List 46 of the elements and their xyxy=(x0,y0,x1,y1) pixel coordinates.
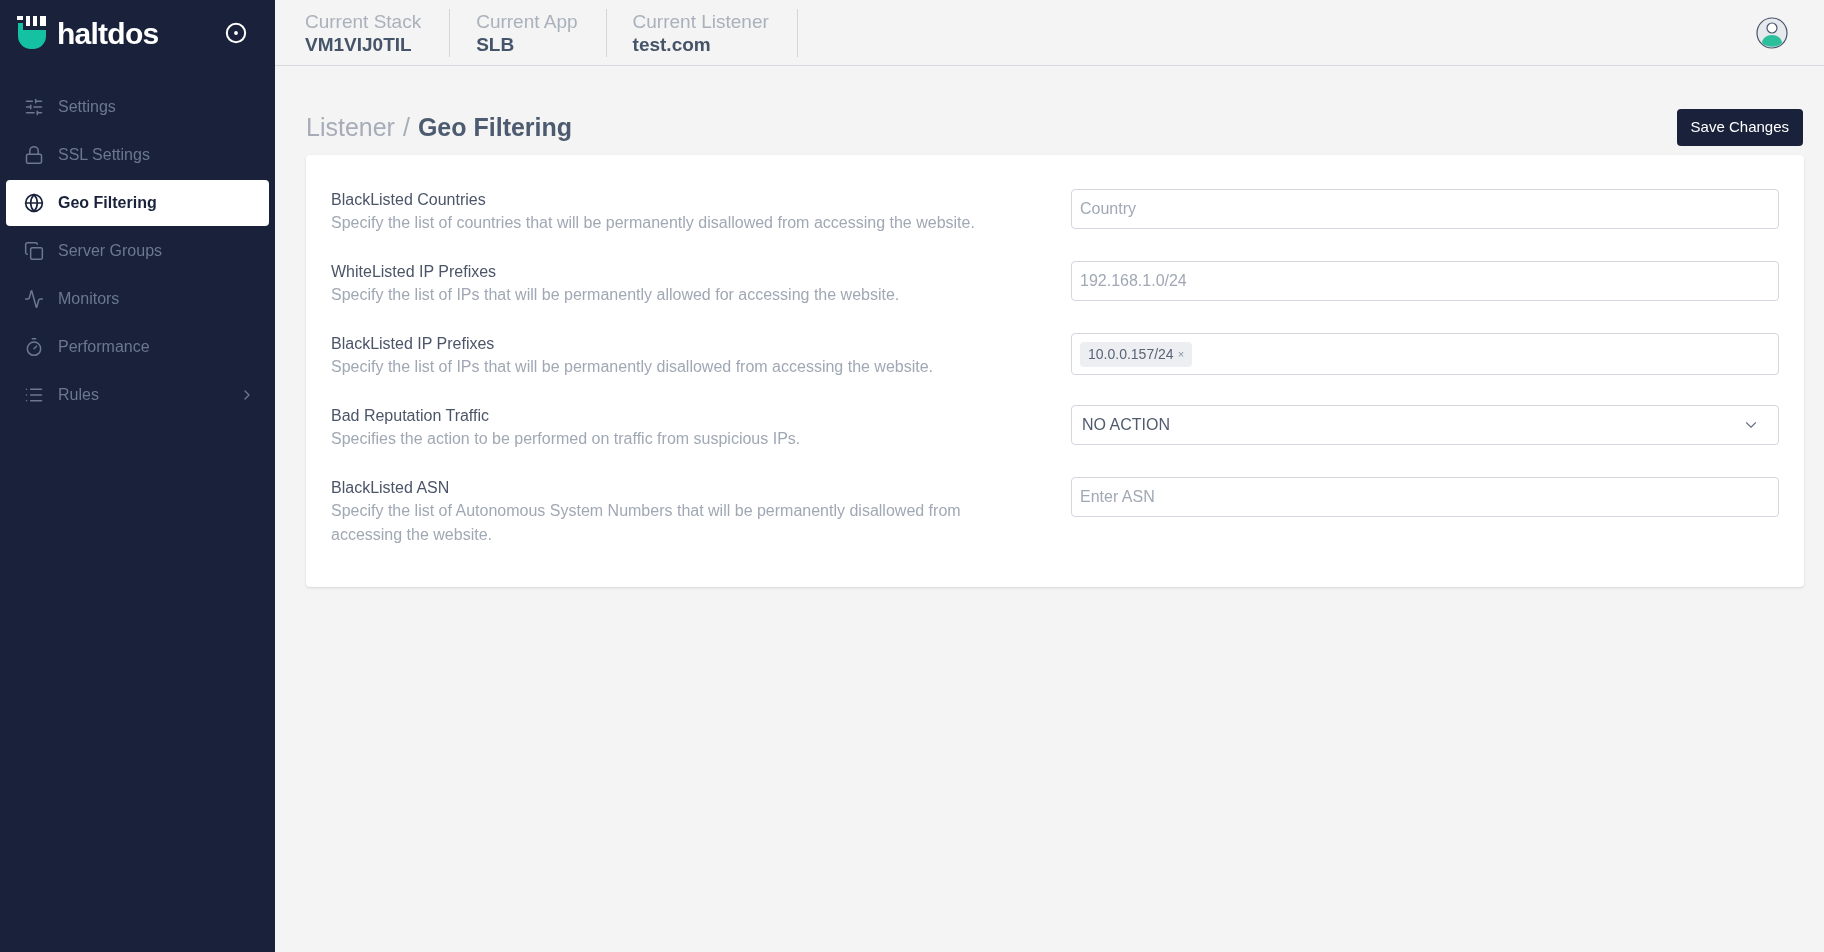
input-field[interactable]: 192.168.1.0/24 xyxy=(1071,261,1779,301)
target-icon[interactable] xyxy=(225,22,247,44)
field-label: BlackListed Countries xyxy=(331,190,487,210)
field-description: Specify the list of Autonomous System Numbers that will be permanently disallowed from accessing the website. xyxy=(331,501,962,545)
field-label: BlackListed IP Prefixes xyxy=(331,334,496,354)
tag-input-field[interactable]: 10.0.0.157/24 × xyxy=(1071,333,1779,375)
context-label: Current Stack xyxy=(305,9,422,33)
breadcrumb-link[interactable]: Listener xyxy=(306,113,395,141)
field-description: Specify the list of countries that will be permanently disallowed from accessing the website. xyxy=(331,213,976,233)
context-label: Current Listener xyxy=(632,9,769,33)
breadcrumb-separator: / xyxy=(402,113,410,141)
sidebar-item[interactable]: SSL Settings xyxy=(6,132,269,178)
list-icon xyxy=(24,385,44,405)
context-value: SLB xyxy=(476,32,516,56)
sliders-icon xyxy=(24,97,44,117)
select-value: NO ACTION xyxy=(1082,415,1170,435)
tag-label: 10.0.0.157/24 xyxy=(1088,344,1174,364)
sidebar-item[interactable]: Rules xyxy=(6,372,269,418)
brand-name: haltdos xyxy=(57,15,159,52)
field-description: Specify the list of IPs that will be permanently disallowed from accessing the website. xyxy=(331,357,935,377)
pulse-icon xyxy=(24,289,44,309)
input-field[interactable]: Country xyxy=(1071,189,1779,229)
context-value: test.com xyxy=(632,32,712,56)
remove-tag-button[interactable]: × xyxy=(1177,345,1185,363)
logo-icon xyxy=(17,16,49,50)
sidebar-item[interactable]: Server Groups xyxy=(6,228,269,274)
field-description: Specifies the action to be performed on traffic from suspicious IPs. xyxy=(331,429,802,449)
sidebar-item[interactable]: Monitors xyxy=(6,276,269,322)
context-label: Current App xyxy=(476,9,578,33)
field-label: BlackListed ASN xyxy=(331,478,451,498)
globe-icon xyxy=(24,193,44,213)
field-label: WhiteListed IP Prefixes xyxy=(331,262,498,282)
page-title: Geo Filtering xyxy=(417,113,573,141)
field-description: Specify the list of IPs that will be permanently allowed for accessing the website. xyxy=(331,285,901,305)
user-avatar-icon[interactable] xyxy=(1756,16,1788,49)
select-field[interactable]: NO ACTION xyxy=(1071,405,1779,445)
field-label: Bad Reputation Traffic xyxy=(331,406,491,426)
context-value: VM1VIJ0TIL xyxy=(305,32,413,56)
lock-icon xyxy=(24,145,44,165)
sidebar-item[interactable]: Performance xyxy=(6,324,269,370)
sidebar-item[interactable]: Settings xyxy=(6,84,269,130)
sidebar-item[interactable]: Geo Filtering xyxy=(6,180,269,226)
stopwatch-icon xyxy=(24,337,44,357)
copy-icon xyxy=(24,241,44,261)
save-changes-button[interactable]: Save Changes xyxy=(1676,109,1803,146)
input-field[interactable]: Enter ASN xyxy=(1071,477,1779,517)
